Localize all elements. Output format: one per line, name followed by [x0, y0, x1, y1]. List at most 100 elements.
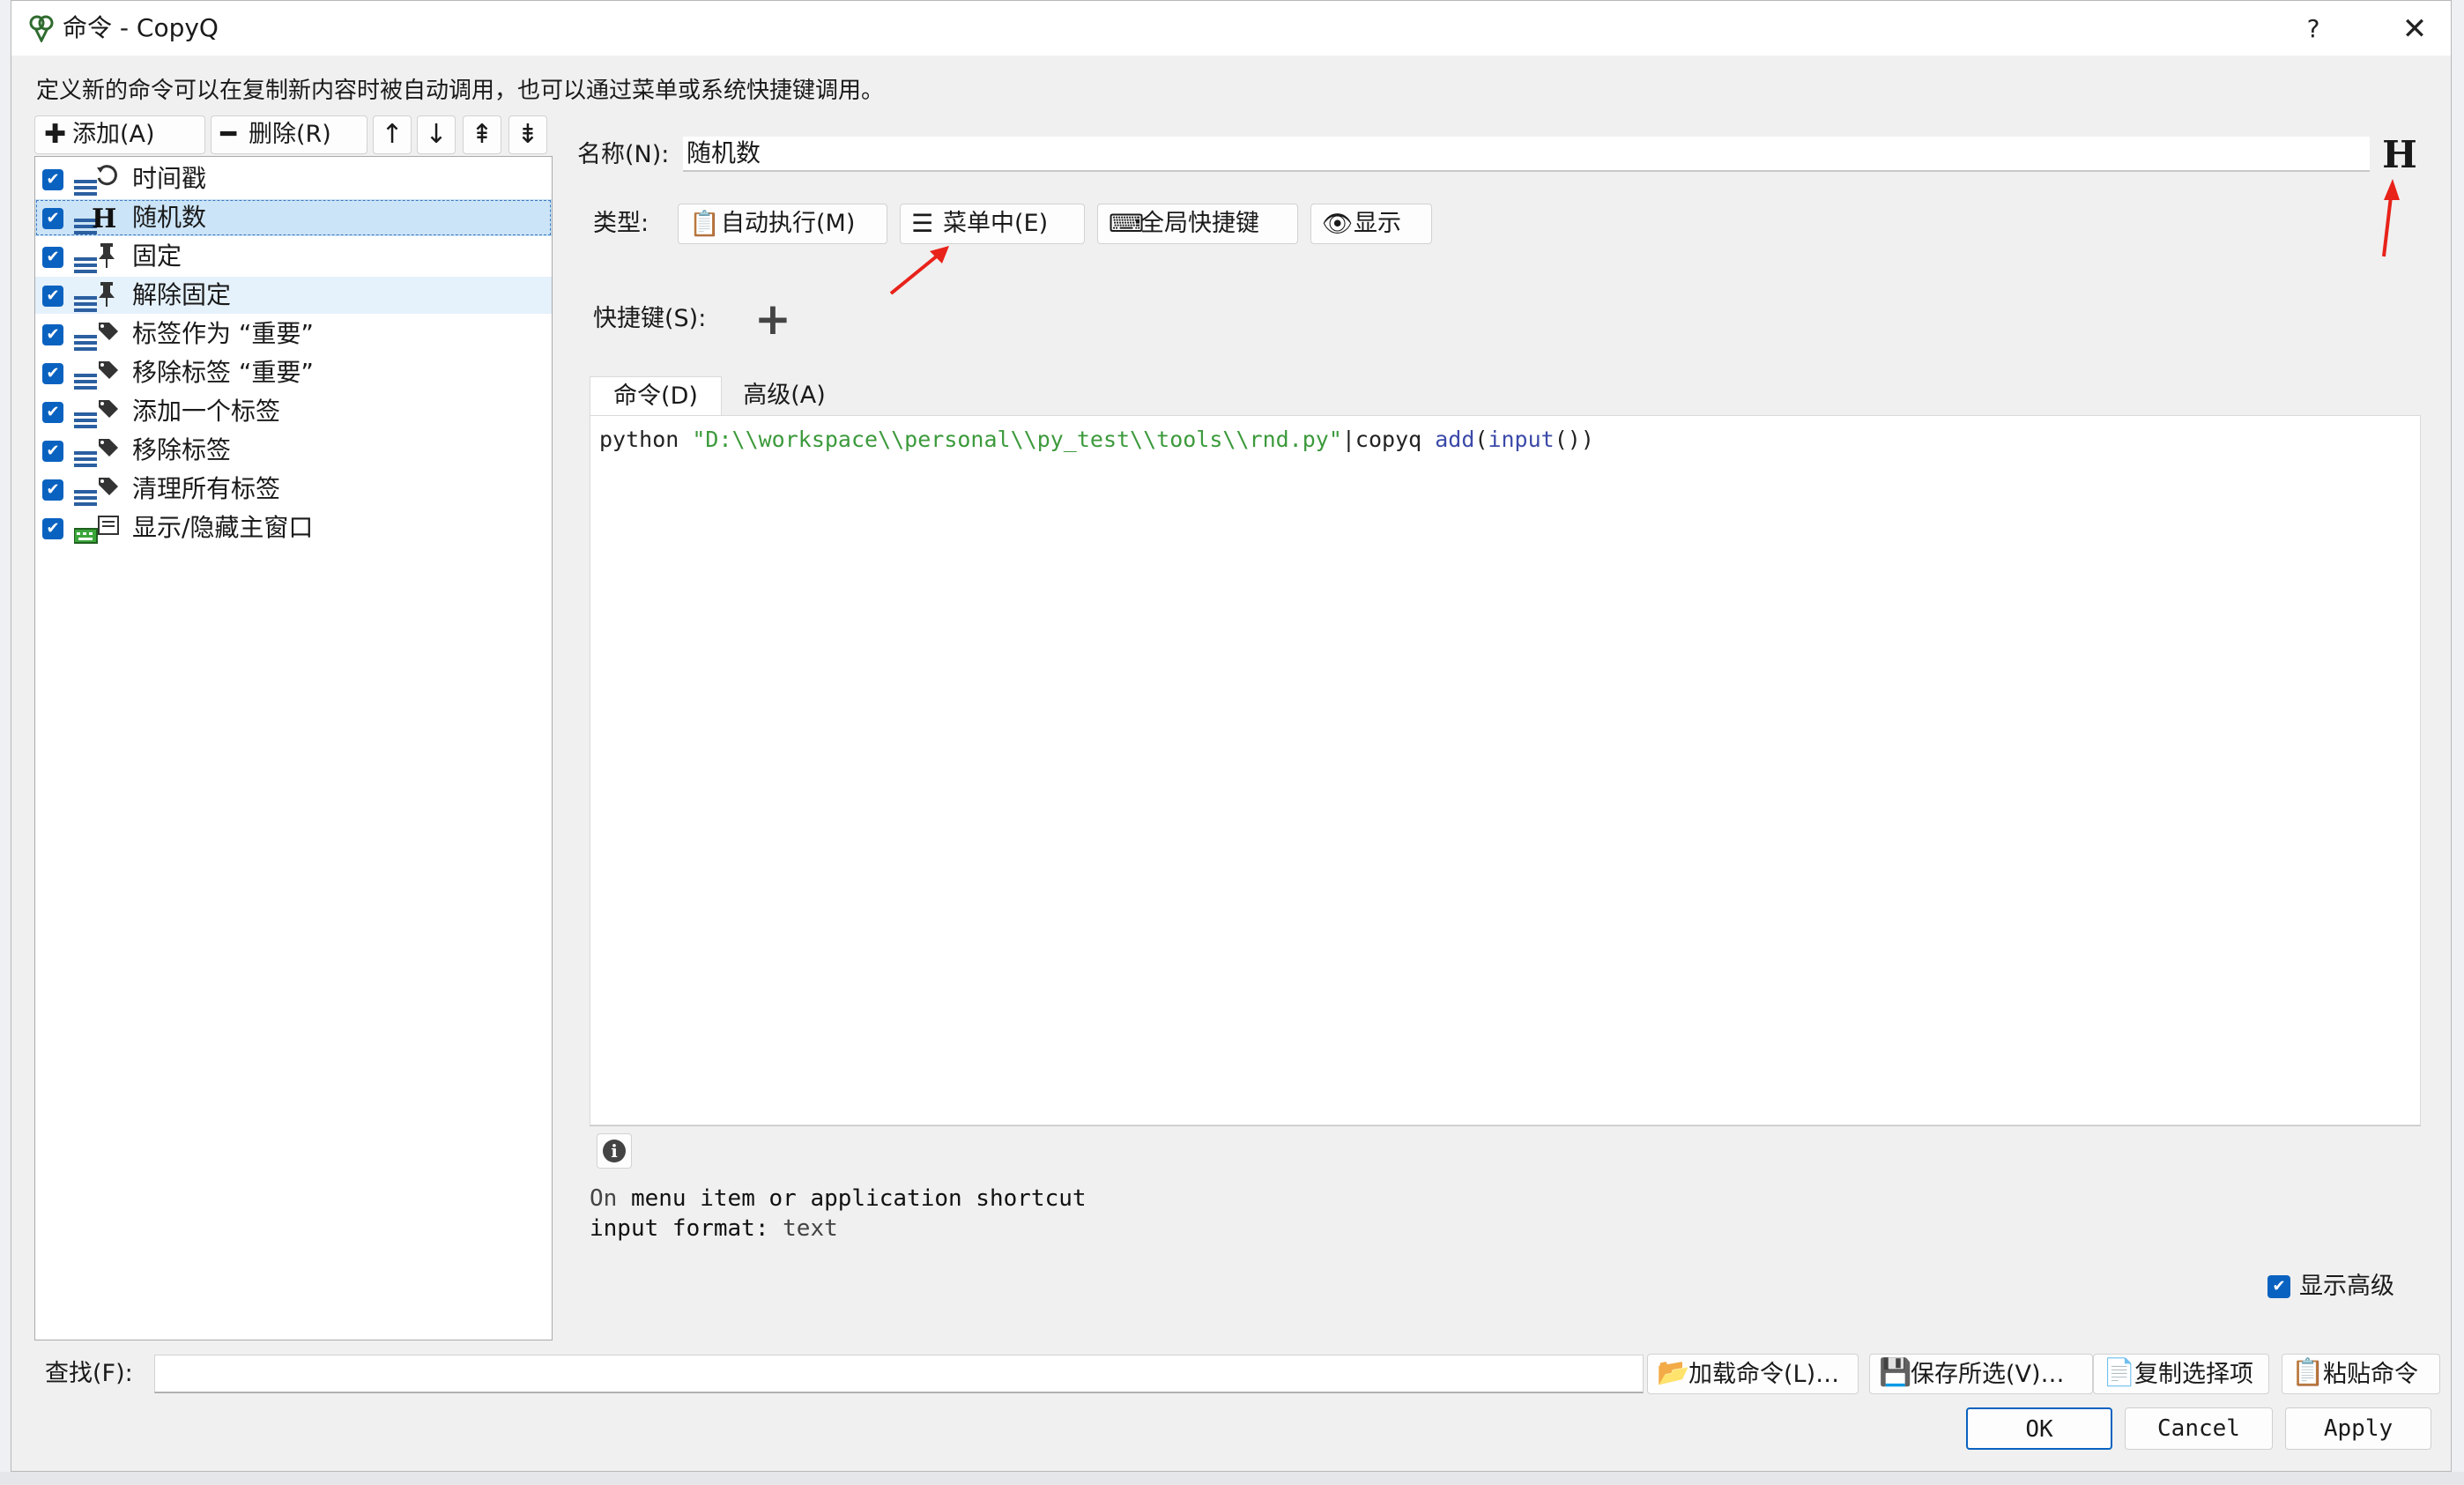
load-commands-button[interactable]: 📂 加载命令(L)…: [1647, 1354, 1859, 1394]
enabled-checkbox[interactable]: ✔: [42, 169, 63, 190]
list-item[interactable]: ✔ 解除固定: [35, 277, 552, 314]
keyboard-icon: ⌨: [1109, 209, 1145, 238]
info-trigger: menu item or application shortcut: [630, 1185, 1087, 1212]
display-toggle[interactable]: 👁 显示: [1310, 204, 1432, 244]
info-line-1: On menu item or application shortcut: [590, 1184, 1087, 1214]
enabled-checkbox[interactable]: ✔: [42, 363, 63, 384]
info-icon[interactable]: i: [597, 1133, 632, 1169]
command-label: 时间戳: [132, 164, 207, 193]
list-item[interactable]: ✔ 显示/隐藏主窗口: [35, 509, 552, 546]
svg-text:H: H: [92, 204, 116, 234]
copy-icon: 📄: [2103, 1357, 2136, 1388]
move-up-icon[interactable]: ↑: [373, 115, 412, 154]
list-item[interactable]: ✔ 移除标签 “重要”: [35, 354, 552, 391]
annotation-arrow-icon: [889, 246, 949, 295]
list-item[interactable]: ✔ 标签作为 “重要”: [35, 316, 552, 353]
move-down-icon[interactable]: ↓: [417, 115, 456, 154]
enabled-checkbox[interactable]: ✔: [42, 286, 63, 307]
close-button[interactable]: ✕: [2395, 11, 2434, 47]
automatic-toggle[interactable]: 📋 自动执行(M): [678, 204, 887, 244]
name-field[interactable]: 随机数: [683, 137, 2370, 172]
command-label: 固定: [132, 241, 182, 271]
command-label: 移除标签: [132, 435, 232, 464]
annotation-arrow-icon: [2382, 179, 2400, 257]
automatic-label: 自动执行(M): [721, 210, 856, 237]
pin-icon: [74, 282, 115, 312]
save-selected-button[interactable]: 💾 保存所选(V)…: [1869, 1354, 2093, 1394]
cancel-button[interactable]: Cancel: [2125, 1407, 2273, 1450]
tag-icon: [74, 361, 118, 390]
move-top-icon[interactable]: ⇞: [463, 115, 501, 154]
command-list[interactable]: ✔ 时间戳 ✔ H 随机数 ✔ 固定 ✔ 解除固定 ✔ 标签作为 “重要” ✔ …: [34, 156, 553, 1340]
enabled-checkbox[interactable]: ✔: [42, 247, 63, 268]
paste-commands-button[interactable]: 📋 粘贴命令: [2282, 1354, 2440, 1394]
list-item[interactable]: ✔ 时间戳: [35, 160, 552, 197]
minus-icon: ━: [220, 119, 237, 150]
enabled-checkbox[interactable]: ✔: [42, 208, 63, 229]
paste-commands-label: 粘贴命令: [2323, 1361, 2418, 1388]
add-command-button[interactable]: ✚ 添加(A): [34, 115, 205, 154]
remove-command-label: 删除(R): [249, 121, 331, 148]
command-editor[interactable]: python "D:\\workspace\\personal\\py_test…: [590, 415, 2421, 1125]
list-item[interactable]: ✔ 清理所有标签: [35, 471, 552, 508]
show-advanced-checkbox[interactable]: ✔: [2267, 1275, 2290, 1298]
move-bottom-icon[interactable]: ⇟: [508, 115, 547, 154]
search-input[interactable]: [154, 1355, 1644, 1393]
pin-icon: [74, 243, 115, 273]
add-shortcut-button[interactable]: +: [750, 297, 796, 343]
add-command-label: 添加(A): [72, 121, 155, 148]
code-path: "D:\\workspace\\personal\\py_test\\tools…: [692, 427, 1342, 452]
name-label: 名称(N):: [577, 141, 670, 168]
show-advanced-label: 显示高级: [2299, 1273, 2394, 1300]
type-label: 类型:: [593, 210, 649, 237]
apply-button[interactable]: Apply: [2285, 1407, 2431, 1450]
shortcut-label: 快捷键(S):: [593, 305, 707, 332]
global-shortcut-label: 全局快捷键: [1140, 210, 1259, 237]
load-commands-label: 加载命令(L)…: [1688, 1361, 1840, 1388]
save-icon: 💾: [1879, 1357, 1912, 1388]
menu-icon: ☰: [911, 209, 934, 238]
info-line-2: input format: text: [590, 1214, 838, 1244]
code-pipe: |copyq: [1341, 427, 1436, 452]
help-button[interactable]: ?: [2294, 11, 2333, 47]
list-item[interactable]: ✔ 固定: [35, 238, 552, 275]
copy-selected-button[interactable]: 📄 复制选择项: [2093, 1354, 2269, 1394]
ok-button[interactable]: OK: [1966, 1407, 2112, 1450]
command-label: 解除固定: [132, 280, 232, 309]
clock-icon: [74, 165, 117, 196]
commands-dialog: 命令 - CopyQ ? ✕ 定义新的命令可以在复制新内容时被自动调用，也可以通…: [11, 0, 2452, 1472]
copy-selected-label: 复制选择项: [2134, 1361, 2253, 1388]
copyq-app-icon: [29, 15, 54, 42]
tag-icon: [74, 478, 118, 506]
keyboard-icon: [74, 516, 119, 544]
folder-icon: 📂: [1657, 1357, 1690, 1388]
enabled-checkbox[interactable]: ✔: [42, 324, 63, 345]
tag-icon: [74, 439, 118, 467]
command-label: 标签作为 “重要”: [132, 319, 314, 348]
code-fn-input: input: [1488, 427, 1555, 452]
paste-icon: 📋: [2291, 1357, 2325, 1388]
clipboard-icon: 📋: [689, 209, 720, 238]
remove-command-button[interactable]: ━ 删除(R): [211, 115, 367, 154]
tab-advanced[interactable]: 高级(A): [727, 376, 842, 415]
list-item[interactable]: ✔ 添加一个标签: [35, 393, 552, 430]
plus-icon: ✚: [44, 119, 67, 150]
enabled-checkbox[interactable]: ✔: [42, 402, 63, 423]
enabled-checkbox[interactable]: ✔: [42, 479, 63, 501]
window-title: 命令 - CopyQ: [63, 13, 219, 42]
command-label: 添加一个标签: [132, 397, 281, 426]
title-bar: 命令 - CopyQ ? ✕: [11, 1, 2451, 56]
search-label: 查找(F):: [45, 1360, 133, 1387]
background-strip: [0, 1472, 2464, 1485]
command-icon-button[interactable]: H: [2380, 133, 2419, 177]
list-item[interactable]: ✔ 移除标签: [35, 432, 552, 469]
display-label: 显示: [1354, 210, 1401, 237]
command-label: 显示/隐藏主窗口: [132, 513, 314, 542]
enabled-checkbox[interactable]: ✔: [42, 441, 63, 462]
command-label: 清理所有标签: [132, 474, 281, 503]
list-item[interactable]: ✔ H 随机数: [35, 199, 552, 236]
tab-command[interactable]: 命令(D): [590, 376, 722, 415]
code-cmd: python: [599, 427, 693, 452]
global-shortcut-toggle[interactable]: ⌨ 全局快捷键: [1097, 204, 1298, 244]
enabled-checkbox[interactable]: ✔: [42, 518, 63, 539]
